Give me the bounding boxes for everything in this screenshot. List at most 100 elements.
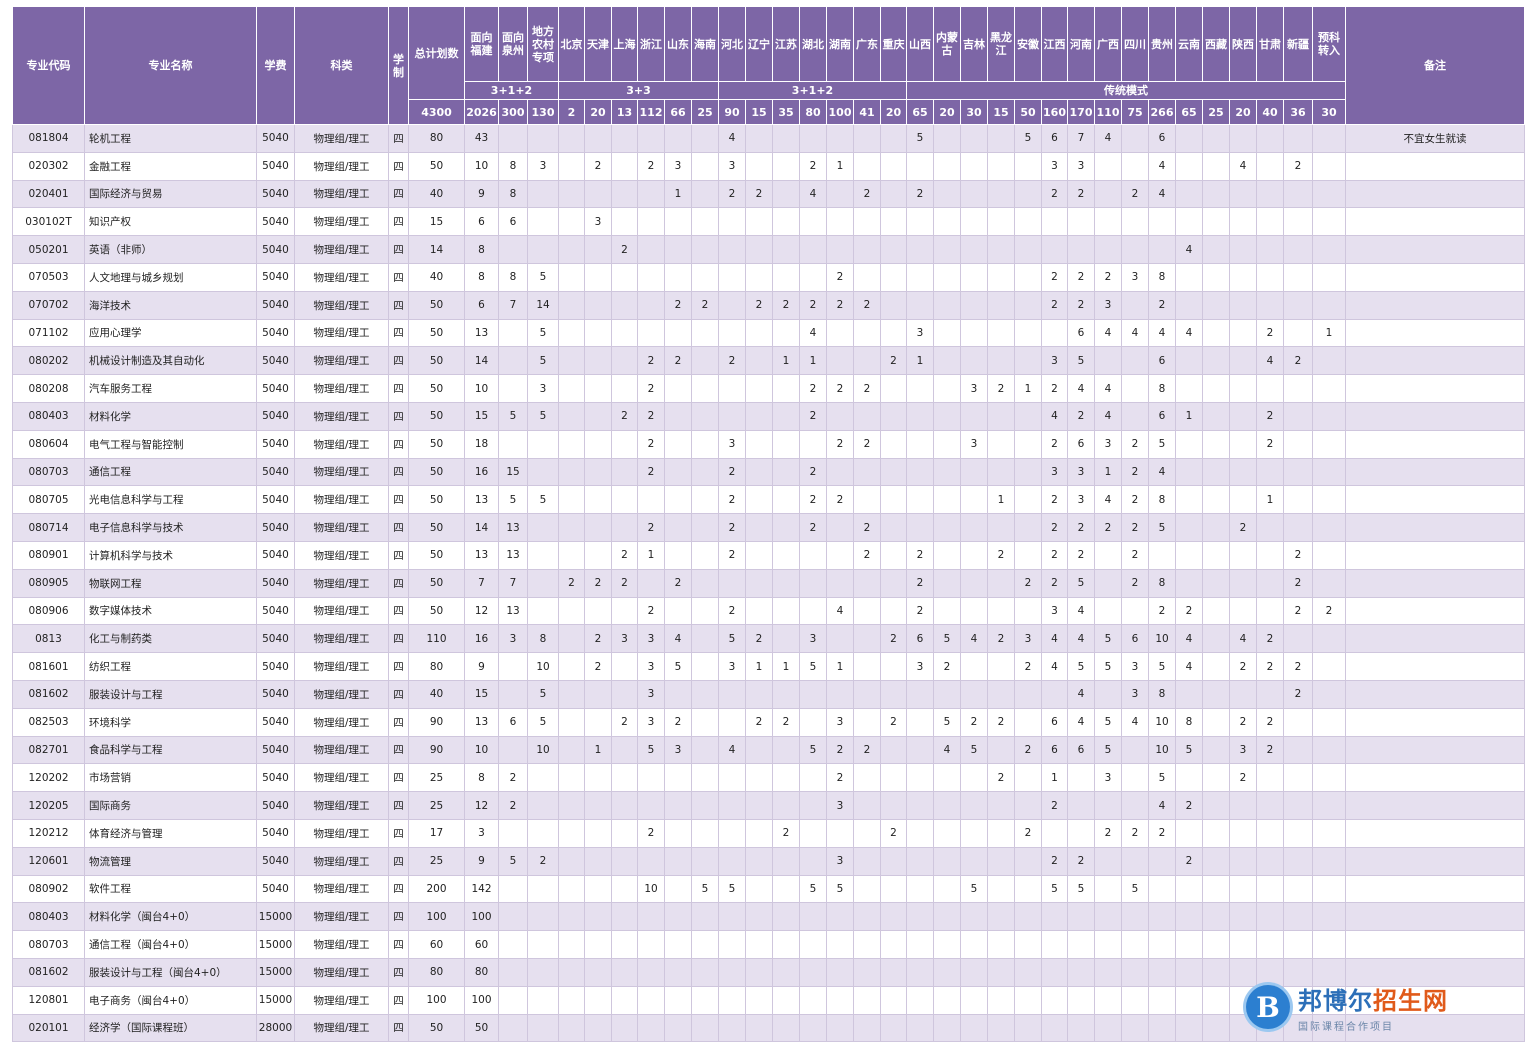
cell-region-value xyxy=(1041,318,1068,348)
cell-region-value xyxy=(637,124,665,153)
cell-region-value xyxy=(880,262,907,292)
cell-region-value xyxy=(498,679,528,709)
cell-region-value: 2 xyxy=(1175,846,1203,876)
cell-fee: 5040 xyxy=(256,596,295,626)
cell-region-value xyxy=(1094,346,1122,376)
table-header: 专业代码 专业名称 学费 科类 学制 总计划数 面向福建 面向泉州 地方农村专项 北京… xyxy=(12,6,1525,125)
cell-region-value: 2 xyxy=(637,818,665,848)
cell-code: 080202 xyxy=(12,346,85,376)
cell-region-value xyxy=(880,568,907,598)
header-years: 学制 xyxy=(388,6,409,125)
cell-region-value xyxy=(611,429,638,459)
group-header-3-1-2-b: 3+1+2 xyxy=(718,81,907,100)
cell-region-value xyxy=(1041,207,1068,237)
cell-region-value xyxy=(745,679,773,709)
cell-name: 计算机科学与技术 xyxy=(84,540,257,570)
cell-region-value xyxy=(745,513,773,542)
cell-region-value xyxy=(1202,290,1230,320)
admission-plan-table-wrap: 专业代码 专业名称 学费 科类 学制 总计划数 面向福建 面向泉州 地方农村专项 北京… xyxy=(12,6,1525,1043)
header-total: 总计划数 xyxy=(408,6,465,100)
cell-total: 50 xyxy=(408,596,465,626)
cell-category: 物理组/理工 xyxy=(294,930,389,959)
cell-region-value xyxy=(772,457,800,487)
cell-region-value: 8 xyxy=(498,262,528,292)
cell-region-value xyxy=(611,596,638,626)
cell-region-value xyxy=(1256,818,1284,848)
cell-region-value: 6 xyxy=(498,207,528,237)
cell-region-value: 3 xyxy=(1041,596,1068,626)
cell-region-value xyxy=(880,124,907,153)
cell-region-value xyxy=(1202,401,1230,431)
cell-region-value: 13 xyxy=(498,513,528,542)
cell-total: 50 xyxy=(408,318,465,348)
cell-total: 50 xyxy=(408,346,465,376)
cell-region-value xyxy=(611,957,638,987)
cell-region-value xyxy=(691,985,719,1015)
header-total-sum: 4300 xyxy=(408,99,465,125)
cell-region-value xyxy=(1014,930,1042,959)
cell-name: 物流管理 xyxy=(84,846,257,876)
cell-region-value xyxy=(853,235,881,264)
cell-region-value: 2 xyxy=(611,540,638,570)
cell-region-value xyxy=(1094,846,1122,876)
cell-region-value: 3 xyxy=(527,151,559,181)
cell-note xyxy=(1345,624,1525,654)
cell-years: 四 xyxy=(388,568,409,598)
cell-region-value: 2 xyxy=(1229,652,1257,681)
cell-region-value xyxy=(1229,207,1257,237)
cell-region-value xyxy=(611,485,638,515)
cell-region-value: 4 xyxy=(664,624,692,654)
cell-region-value xyxy=(933,235,961,264)
cell-region-value xyxy=(1256,457,1284,487)
cell-region-value: 2 xyxy=(611,707,638,737)
cell-region-value xyxy=(880,874,907,904)
cell-region-value xyxy=(880,401,907,431)
cell-region-value: 2 xyxy=(799,151,827,181)
cell-total: 40 xyxy=(408,679,465,709)
cell-region-value xyxy=(584,346,612,376)
cell-region-value xyxy=(1121,374,1149,403)
cell-name: 材料化学（闽台4+0） xyxy=(84,902,257,932)
cell-region-value xyxy=(1283,374,1313,403)
cell-region-value xyxy=(558,540,585,570)
cell-fee: 5040 xyxy=(256,707,295,737)
cell-region-value: 12 xyxy=(464,596,499,626)
cell-name: 材料化学 xyxy=(84,401,257,431)
cell-region-value xyxy=(772,540,800,570)
cell-region-value: 5 xyxy=(826,874,854,904)
region-total: 75 xyxy=(1121,99,1149,125)
cell-years: 四 xyxy=(388,429,409,459)
cell-region-value xyxy=(1312,707,1346,737)
cell-region-value xyxy=(1312,540,1346,570)
cell-region-value: 1 xyxy=(772,652,800,681)
cell-region-value xyxy=(584,763,612,793)
cell-years: 四 xyxy=(388,957,409,987)
cell-years: 四 xyxy=(388,624,409,654)
cell-region-value xyxy=(1312,207,1346,237)
cell-region-value xyxy=(1202,568,1230,598)
cell-region-value xyxy=(933,874,961,904)
cell-region-value xyxy=(1121,930,1149,959)
cell-region-value: 1 xyxy=(637,540,665,570)
cell-region-value xyxy=(987,346,1015,376)
cell-region-value: 2 xyxy=(853,429,881,459)
cell-region-value xyxy=(558,151,585,181)
cell-region-value: 5 xyxy=(527,707,559,737)
cell-region-value xyxy=(664,596,692,626)
cell-region-value xyxy=(987,429,1015,459)
cell-region-value xyxy=(611,318,638,348)
cell-region-value: 3 xyxy=(960,374,988,403)
cell-region-value: 3 xyxy=(1121,679,1149,709)
cell-region-value xyxy=(987,262,1015,292)
cell-region-value xyxy=(1014,457,1042,487)
cell-region-value xyxy=(826,985,854,1015)
cell-years: 四 xyxy=(388,930,409,959)
cell-total: 50 xyxy=(408,457,465,487)
cell-region-value: 2 xyxy=(1283,596,1313,626)
cell-region-value xyxy=(558,985,585,1015)
cell-region-value xyxy=(584,262,612,292)
cell-note xyxy=(1345,485,1525,515)
region-total: 25 xyxy=(1202,99,1230,125)
cell-region-value xyxy=(826,818,854,848)
cell-region-value: 6 xyxy=(1041,735,1068,765)
